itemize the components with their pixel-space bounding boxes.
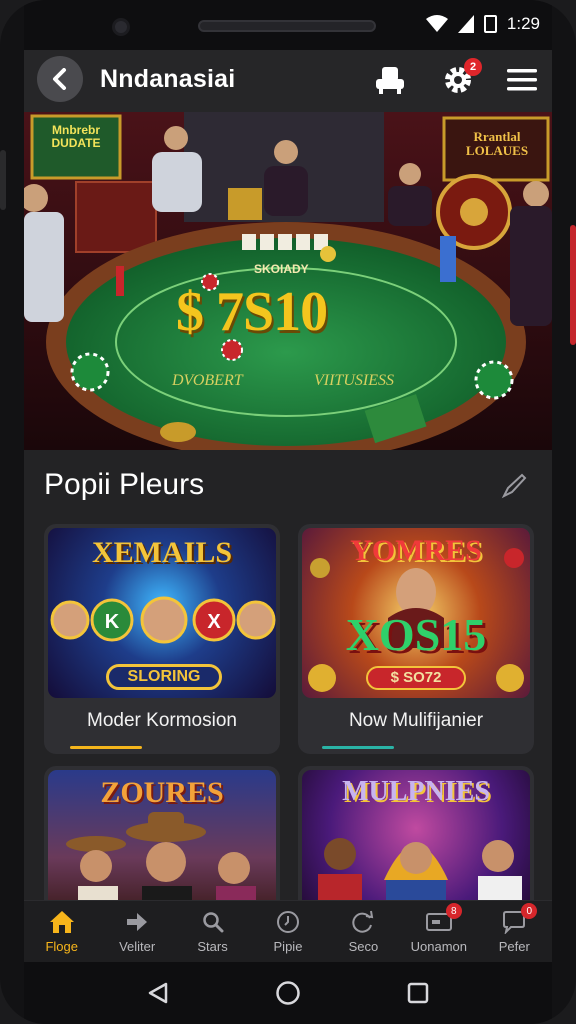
thumbnail-art bbox=[318, 838, 522, 916]
phone-frame: 1:29 Nndanasiai 2 Mnbrebr DUDATE Rrantla… bbox=[0, 0, 576, 1024]
home-circle-icon[interactable] bbox=[275, 980, 301, 1006]
status-bar: 1:29 bbox=[24, 0, 552, 50]
game-thumbnail: YOMRES XOS15 $ SO72 bbox=[302, 528, 530, 698]
menu-button[interactable] bbox=[502, 60, 542, 100]
nav-label: Seco bbox=[348, 939, 379, 954]
table-right-text: VIITUSIESS bbox=[314, 372, 394, 389]
chat-icon: 0 bbox=[501, 903, 538, 935]
nav-item-home[interactable]: Floge bbox=[24, 901, 99, 962]
power-button bbox=[570, 225, 576, 345]
nav-item-stars[interactable]: Stars bbox=[175, 901, 250, 962]
nav-label: Pipie bbox=[273, 939, 303, 954]
back-button[interactable] bbox=[37, 56, 83, 102]
signal-icon bbox=[457, 15, 474, 33]
table-amount: $ 7S10 bbox=[176, 281, 328, 343]
nav-label: Pefer bbox=[498, 939, 530, 954]
settings-badge: 2 bbox=[464, 58, 482, 76]
app-screen: Nndanasiai 2 Mnbrebr DUDATE Rrantlal LOL… bbox=[24, 50, 552, 962]
nav-label: Stars bbox=[197, 939, 228, 954]
search-icon bbox=[200, 909, 226, 935]
back-triangle-icon[interactable] bbox=[146, 981, 170, 1005]
recents-square-icon[interactable] bbox=[406, 981, 430, 1005]
nav-item-pefer[interactable]: 0 Pefer bbox=[477, 901, 552, 962]
nav-label: Floge bbox=[45, 939, 78, 954]
game-card[interactable]: XEMAILS K X SLORING Moder Kormosion bbox=[44, 524, 280, 754]
game-thumbnail: MULPNIES bbox=[302, 770, 530, 916]
sim-icon bbox=[483, 15, 497, 33]
game-thumbnail: XEMAILS K X SLORING bbox=[48, 528, 276, 698]
game-card-label: Moder Kormosion bbox=[87, 710, 237, 731]
nav-badge: 8 bbox=[445, 903, 462, 919]
hero-sign-right: Rrantlal LOLAUES bbox=[465, 129, 529, 159]
pencil-icon bbox=[501, 473, 527, 499]
wifi-icon bbox=[425, 15, 448, 32]
table-small-text: SKOIADY bbox=[254, 262, 309, 276]
earpiece-speaker bbox=[198, 20, 376, 32]
front-camera bbox=[112, 18, 130, 36]
app-bar: Nndanasiai 2 bbox=[24, 50, 552, 112]
hero-sign-left: Mnbrebr DUDATE bbox=[51, 123, 101, 151]
thumbnail-big-text: XOS15 bbox=[345, 609, 487, 660]
game-card[interactable]: ZOURES bbox=[44, 766, 280, 916]
ticket-icon: 8 bbox=[425, 903, 462, 935]
status-time: 1:29 bbox=[506, 14, 540, 33]
volume-button bbox=[0, 150, 6, 210]
thumbnail-art bbox=[66, 812, 256, 916]
section-title: Popii Pleurs bbox=[44, 468, 205, 501]
arrow-icon bbox=[124, 909, 150, 935]
table-left-text: DVOBERT bbox=[172, 372, 243, 389]
thumbnail-subtitle: $ SO72 bbox=[366, 666, 466, 690]
seat-button[interactable] bbox=[370, 60, 410, 100]
hamburger-icon bbox=[507, 69, 537, 91]
game-card-label: Now Mulifijanier bbox=[348, 710, 484, 731]
home-icon bbox=[49, 909, 75, 935]
system-navigation-bar bbox=[24, 962, 552, 1024]
refresh-icon bbox=[350, 909, 376, 935]
nav-label: Uonamon bbox=[410, 939, 467, 954]
thumbnail-subtitle: SLORING bbox=[106, 664, 222, 690]
svg-text:X: X bbox=[207, 611, 221, 633]
card-progress-bar bbox=[322, 746, 394, 749]
app-title: Nndanasiai bbox=[100, 65, 236, 93]
svg-text:K: K bbox=[105, 611, 120, 633]
nav-item-seco[interactable]: Seco bbox=[326, 901, 401, 962]
seat-icon bbox=[376, 67, 404, 94]
nav-badge: 0 bbox=[521, 903, 538, 919]
edit-button[interactable] bbox=[496, 468, 532, 504]
bottom-navigation: Floge Veliter Stars Pipie Seco 8 Uonamon… bbox=[24, 900, 552, 962]
nav-item-uonamon[interactable]: 8 Uonamon bbox=[401, 901, 476, 962]
clock-icon bbox=[275, 909, 301, 935]
chevron-left-icon bbox=[53, 68, 66, 90]
settings-button[interactable]: 2 bbox=[438, 58, 482, 100]
nav-label: Veliter bbox=[119, 939, 156, 954]
game-thumbnail: ZOURES bbox=[48, 770, 276, 916]
hero-poker-table-image[interactable]: Mnbrebr DUDATE Rrantlal LOLAUES SKOIADY … bbox=[24, 112, 552, 450]
nav-item-veliter[interactable]: Veliter bbox=[99, 901, 174, 962]
card-progress-bar bbox=[70, 746, 142, 749]
game-card[interactable]: YOMRES XOS15 $ SO72 Now Mulifijanier bbox=[298, 524, 534, 754]
game-card[interactable]: MULPNIES bbox=[298, 766, 534, 916]
nav-item-pipie[interactable]: Pipie bbox=[250, 901, 325, 962]
